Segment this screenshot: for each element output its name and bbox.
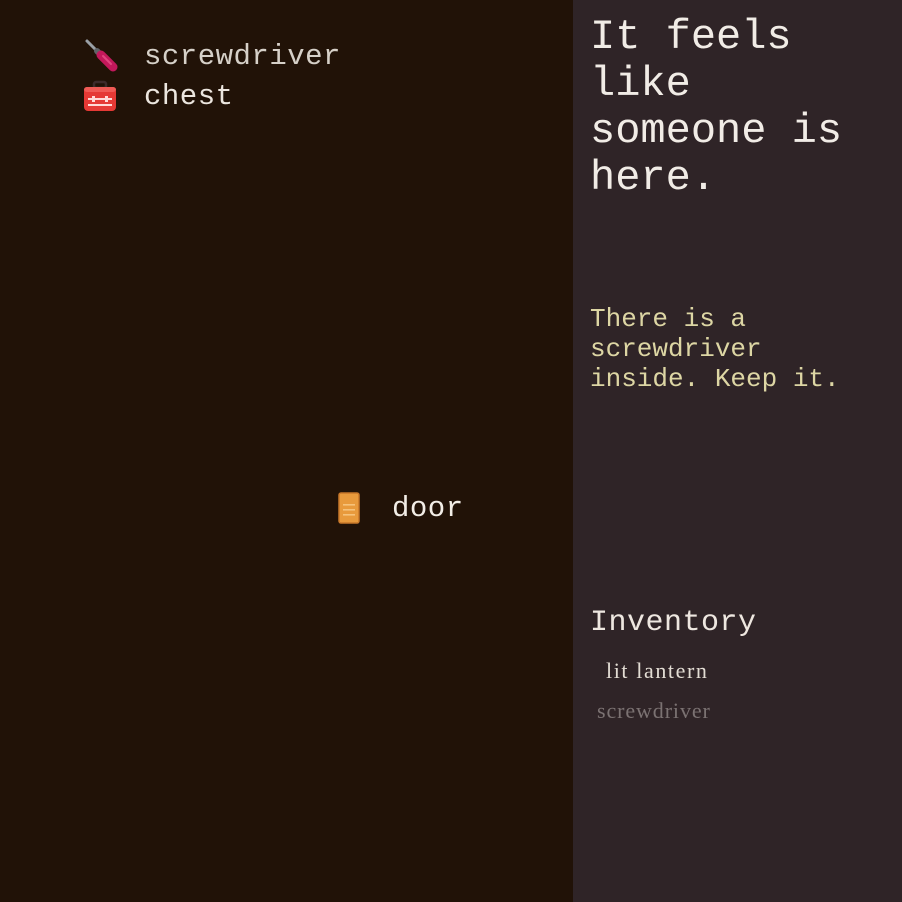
inventory-item-screwdriver[interactable]: screwdriver <box>597 694 711 734</box>
inventory-list: lit lantern screwdriver <box>597 654 711 734</box>
scene-object-chest[interactable]: chest <box>82 78 234 114</box>
inventory-title: Inventory <box>590 606 757 640</box>
narration-headline: It feels like someone is here. <box>590 13 843 202</box>
game-scene: screwdriver chest door <box>0 0 573 902</box>
toolbox-icon <box>82 78 122 114</box>
scene-object-label: door <box>392 491 464 525</box>
door-icon <box>336 490 376 526</box>
narration-message: There is a screwdriver inside. Keep it. <box>590 304 840 394</box>
inventory-item-lit-lantern[interactable]: lit lantern <box>606 654 711 694</box>
screwdriver-icon <box>82 38 122 74</box>
narration-panel: It feels like someone is here. There is … <box>573 0 902 902</box>
scene-object-screwdriver[interactable]: screwdriver <box>82 38 341 74</box>
scene-object-door[interactable]: door <box>336 490 464 526</box>
scene-object-label: chest <box>144 79 234 113</box>
scene-object-label: screwdriver <box>144 39 341 73</box>
